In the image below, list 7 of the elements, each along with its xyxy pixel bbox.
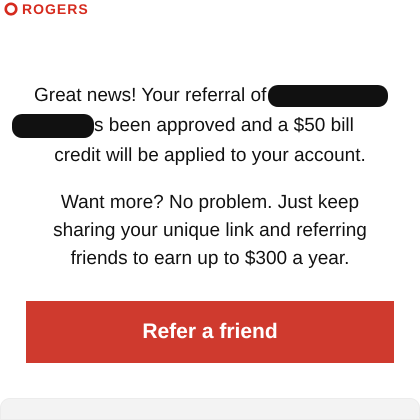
- body-paragraph: Want more? No problem. Just keep sharing your unique link and referring friends to earn up to $300 a year.: [52, 191, 368, 271]
- message-text: Great news! Your referral of: [34, 84, 266, 108]
- logo-icon: [4, 2, 18, 16]
- message-text: credit will be applied to your account.: [54, 144, 366, 168]
- refer-button[interactable]: Refer a friend: [26, 301, 394, 363]
- message-text: s been approved and a $50 bill: [94, 114, 354, 138]
- brand-logo: ROGERS: [22, 2, 89, 16]
